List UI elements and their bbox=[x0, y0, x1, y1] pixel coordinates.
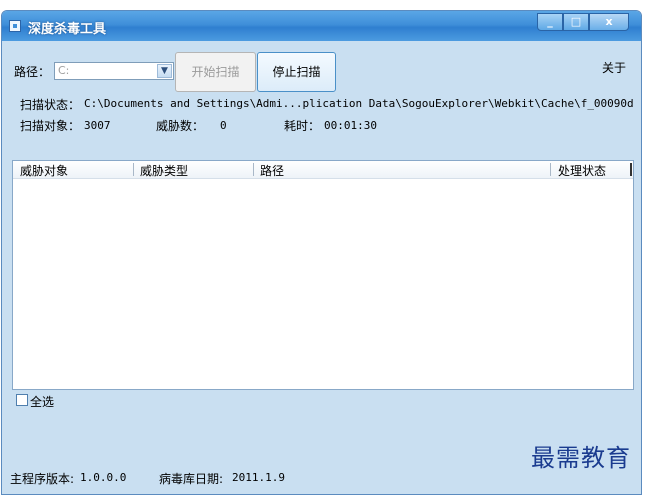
maximize-button[interactable]: □ bbox=[563, 13, 589, 31]
threat-list[interactable]: 威胁对象 威胁类型 路径 处理状态 bbox=[12, 160, 634, 390]
version-label: 主程序版本: bbox=[10, 472, 75, 486]
virus-db-date-label: 病毒库日期: bbox=[159, 472, 224, 486]
start-scan-button[interactable]: 开始扫描 bbox=[175, 52, 256, 92]
threats-count-value: 0 bbox=[220, 119, 227, 132]
version-value: 1.0.0.0 bbox=[80, 471, 127, 484]
minimize-button[interactable]: _ bbox=[537, 13, 563, 31]
select-all-checkbox[interactable] bbox=[16, 394, 28, 406]
threats-count-label: 威胁数： bbox=[156, 119, 205, 133]
column-divider[interactable] bbox=[550, 163, 551, 176]
column-threat-object[interactable]: 威胁对象 bbox=[20, 162, 68, 179]
watermark-text: 最需教育 bbox=[531, 444, 631, 472]
scan-objects-label: 扫描对象： bbox=[20, 119, 81, 133]
column-path[interactable]: 路径 bbox=[260, 162, 284, 179]
column-divider[interactable] bbox=[630, 163, 632, 176]
path-dropdown-value: C: bbox=[58, 64, 70, 77]
about-link[interactable]: 关于 bbox=[602, 59, 626, 76]
scan-objects-value: 3007 bbox=[84, 119, 111, 132]
stop-scan-button[interactable]: 停止扫描 bbox=[257, 52, 336, 92]
column-status[interactable]: 处理状态 bbox=[558, 162, 606, 179]
app-shield-icon bbox=[9, 20, 21, 32]
app-window: 深度杀毒工具 _ □ x 路径： C: ▼ 开始扫描 停止扫描 关于 扫描状态：… bbox=[1, 10, 642, 495]
elapsed-time-label: 耗时： bbox=[284, 119, 321, 133]
close-button[interactable]: x bbox=[589, 13, 629, 31]
window-title: 深度杀毒工具 bbox=[28, 22, 107, 37]
threat-list-header: 威胁对象 威胁类型 路径 处理状态 bbox=[13, 161, 633, 179]
scan-status-label: 扫描状态： bbox=[20, 98, 81, 112]
column-divider[interactable] bbox=[253, 163, 254, 176]
column-threat-type[interactable]: 威胁类型 bbox=[140, 162, 188, 179]
scan-status-path: C:\Documents and Settings\Admi...plicati… bbox=[84, 97, 634, 110]
virus-db-date-value: 2011.1.9 bbox=[232, 471, 285, 484]
chevron-down-icon[interactable]: ▼ bbox=[157, 64, 172, 78]
title-bar[interactable]: 深度杀毒工具 _ □ x bbox=[2, 11, 641, 41]
elapsed-time-value: 00:01:30 bbox=[324, 119, 377, 132]
path-dropdown[interactable]: C: ▼ bbox=[54, 62, 174, 80]
column-divider[interactable] bbox=[133, 163, 134, 176]
select-all-label[interactable]: 全选 bbox=[30, 393, 54, 410]
path-label: 路径： bbox=[14, 65, 51, 79]
